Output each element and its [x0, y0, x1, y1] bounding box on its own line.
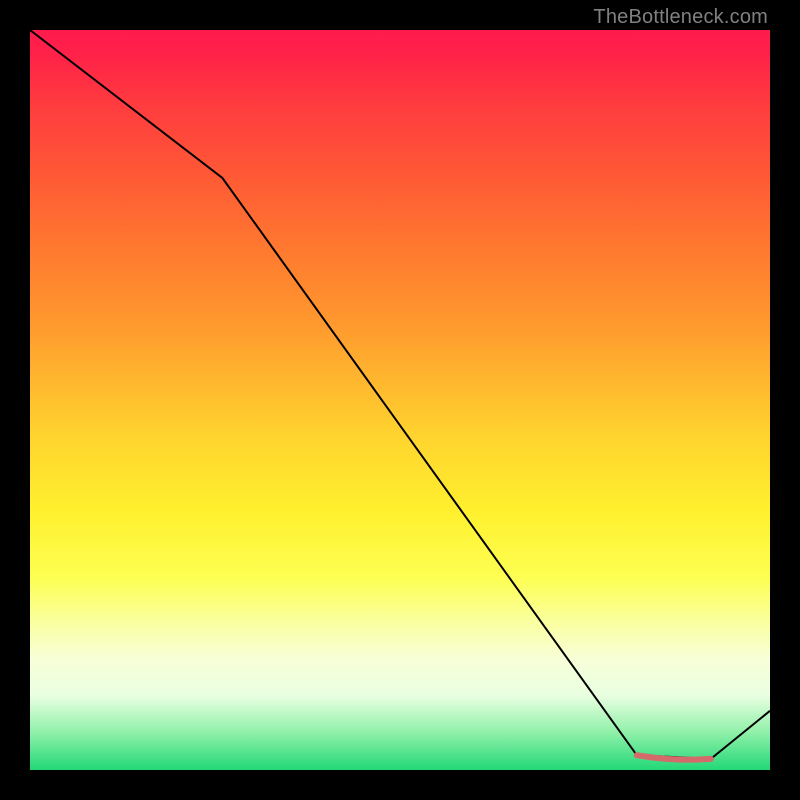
chart-canvas: TheBottleneck.com — [0, 0, 800, 800]
watermark-text: TheBottleneck.com — [593, 6, 768, 29]
chart-heat-background — [30, 30, 770, 770]
